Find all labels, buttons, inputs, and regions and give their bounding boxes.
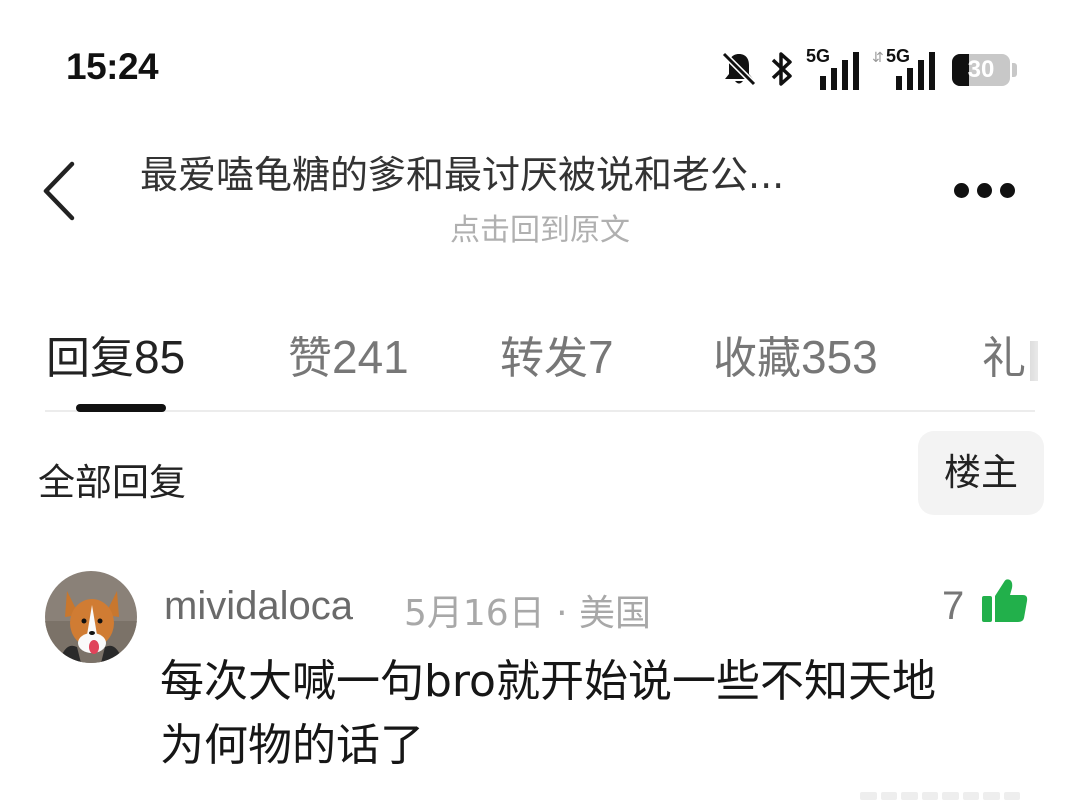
tab-active-indicator [76, 404, 166, 412]
comment-text: 每次大喊一句bro就开始说一些不知天地 为何物的话了 [160, 650, 1020, 778]
tab-label: 赞 [288, 333, 332, 384]
tab-favorites[interactable]: 收藏353 [713, 322, 878, 386]
signal-5g-icon: 5G [806, 46, 860, 90]
tab-divider [45, 410, 1035, 412]
op-only-button[interactable]: 楼主 [918, 431, 1044, 515]
tab-label: 礼 [982, 333, 1026, 384]
tab-reposts[interactable]: 转发7 [500, 322, 614, 386]
page-title[interactable]: 最爱嗑龟糖的爹和最讨厌被说和老公... [140, 144, 910, 199]
comment-date: 5月16日 [404, 593, 545, 634]
tab-gifts[interactable]: 礼 [982, 322, 1038, 386]
avatar[interactable] [45, 571, 137, 663]
battery-tip [1012, 63, 1017, 77]
tab-count: 7 [588, 331, 614, 383]
battery-percent: 30 [967, 56, 995, 83]
tab-label: 收藏 [713, 333, 801, 384]
tab-count: 85 [134, 331, 186, 383]
comment-text-line: 为何物的话了 [160, 720, 424, 771]
home-indicator [860, 792, 1020, 800]
thumbs-up-icon[interactable] [980, 576, 1030, 626]
bluetooth-icon [771, 52, 792, 86]
status-time: 15:24 [66, 46, 159, 87]
tab-replies[interactable]: 回复85 [46, 322, 185, 386]
tab-count: 241 [332, 331, 409, 383]
like-count: 7 [942, 584, 965, 628]
comment-location: · 美国 [556, 593, 652, 634]
more-horizontal-icon[interactable] [950, 180, 1020, 202]
all-replies-filter[interactable]: 全部回复 [38, 452, 186, 506]
battery-icon: 30 [952, 54, 1010, 86]
signal-5g-icon: ⇵ 5G [872, 46, 936, 90]
bell-off-icon [721, 51, 757, 87]
comment-username[interactable]: mividaloca [164, 584, 353, 629]
back-to-original-link[interactable]: 点击回到原文 [0, 205, 1080, 249]
tab-likes[interactable]: 赞241 [288, 322, 409, 386]
tab-label: 转发 [500, 333, 588, 384]
tab-count: 353 [801, 331, 878, 383]
comment-text-line: 每次大喊一句bro就开始说一些不知天地 [160, 656, 936, 707]
comment-meta: 5月16日 · 美国 [404, 584, 651, 636]
tab-label: 回复 [46, 333, 134, 384]
